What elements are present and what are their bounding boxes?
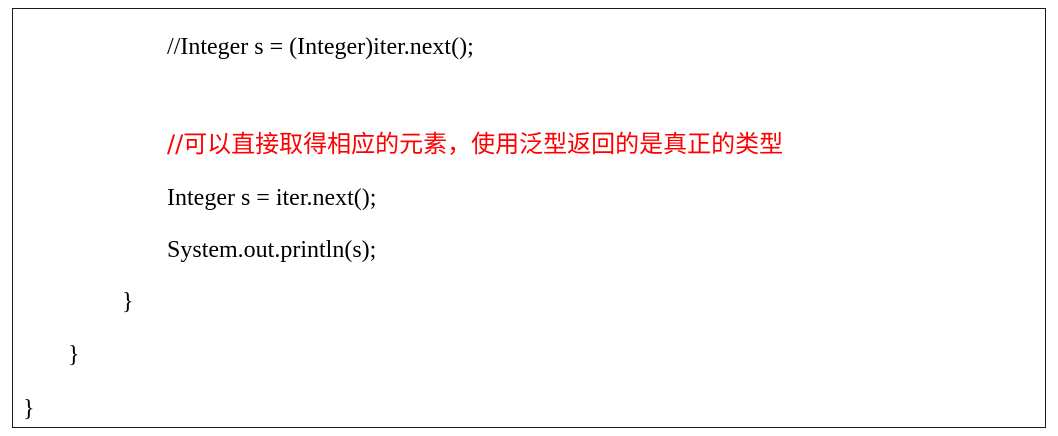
code-line-println: System.out.println(s); (167, 237, 377, 263)
code-block: //Integer s = (Integer)iter.next(); //可以… (12, 8, 1046, 428)
code-line-integer-assign: Integer s = iter.next(); (167, 185, 377, 211)
code-line-commented-cast: //Integer s = (Integer)iter.next(); (167, 34, 474, 60)
code-line-closing-brace-inner: } (122, 289, 134, 315)
code-line-chinese-comment: //可以直接取得相应的元素，使用泛型返回的是真正的类型 (167, 130, 784, 158)
code-line-closing-brace-outer: } (23, 396, 35, 422)
code-line-closing-brace-middle: } (68, 342, 80, 368)
